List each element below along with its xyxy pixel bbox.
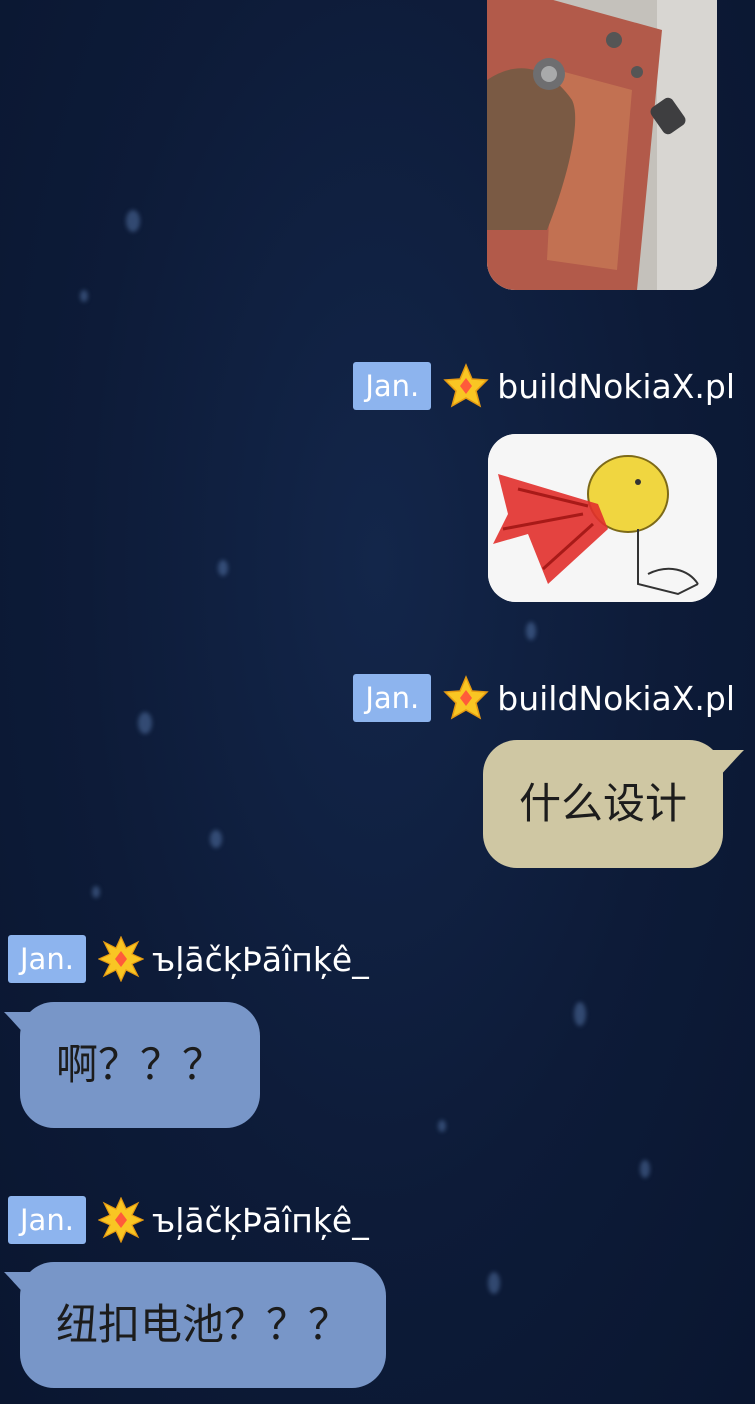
background-speck: [80, 290, 88, 302]
sender-tag[interactable]: Jan.: [353, 674, 432, 722]
message-bubble[interactable]: 啊？？？: [20, 1002, 261, 1128]
chat-sticker-message[interactable]: [488, 434, 717, 602]
sender-name[interactable]: ъļāčķÞāîпķê_: [152, 1201, 369, 1240]
background-speck: [526, 622, 536, 640]
message-sender-row: Jan. buildNokiaX.pl: [353, 362, 735, 410]
message-text: 纽扣电池？？？: [56, 1300, 351, 1349]
message-bubble[interactable]: 什么设计: [482, 740, 723, 868]
message-text: 什么设计: [518, 779, 687, 828]
message-sender-row: Jan. ъļāčķÞāîпķê_: [8, 1196, 369, 1244]
chat-photo-message[interactable]: [487, 0, 717, 290]
sender-tag[interactable]: Jan.: [8, 935, 86, 983]
sender-name[interactable]: buildNokiaX.pl: [497, 679, 735, 718]
sender-name[interactable]: ъļāčķÞāîпķê_: [152, 940, 369, 979]
meme-spitting-face: [488, 434, 717, 602]
background-speck: [488, 1272, 500, 1294]
background-speck: [126, 210, 140, 232]
sender-tag[interactable]: Jan.: [8, 1196, 86, 1244]
background-speck: [92, 886, 100, 898]
star-badge-icon: [443, 363, 489, 408]
message-bubble[interactable]: 纽扣电池？？？: [20, 1262, 387, 1388]
background-speck: [138, 712, 152, 734]
star-badge-icon: [443, 675, 489, 720]
background-speck: [574, 1002, 586, 1026]
sender-tag[interactable]: Jan.: [353, 362, 432, 410]
background-speck: [640, 1160, 650, 1178]
message-sender-row: Jan. ъļāčķÞāîпķê_: [8, 935, 369, 983]
background-speck: [210, 830, 222, 848]
photo-held-battery: [487, 0, 717, 290]
chat-screen: { "messages": [ {"type":"image", "side":…: [0, 0, 755, 1404]
background-speck: [438, 1120, 446, 1132]
sparkle-badge-icon: [97, 1197, 144, 1243]
sender-name[interactable]: buildNokiaX.pl: [497, 367, 735, 406]
message-text: 啊？？？: [56, 1040, 225, 1089]
background-speck: [218, 560, 228, 576]
message-sender-row: Jan. buildNokiaX.pl: [353, 674, 735, 722]
sparkle-badge-icon: [97, 936, 144, 982]
